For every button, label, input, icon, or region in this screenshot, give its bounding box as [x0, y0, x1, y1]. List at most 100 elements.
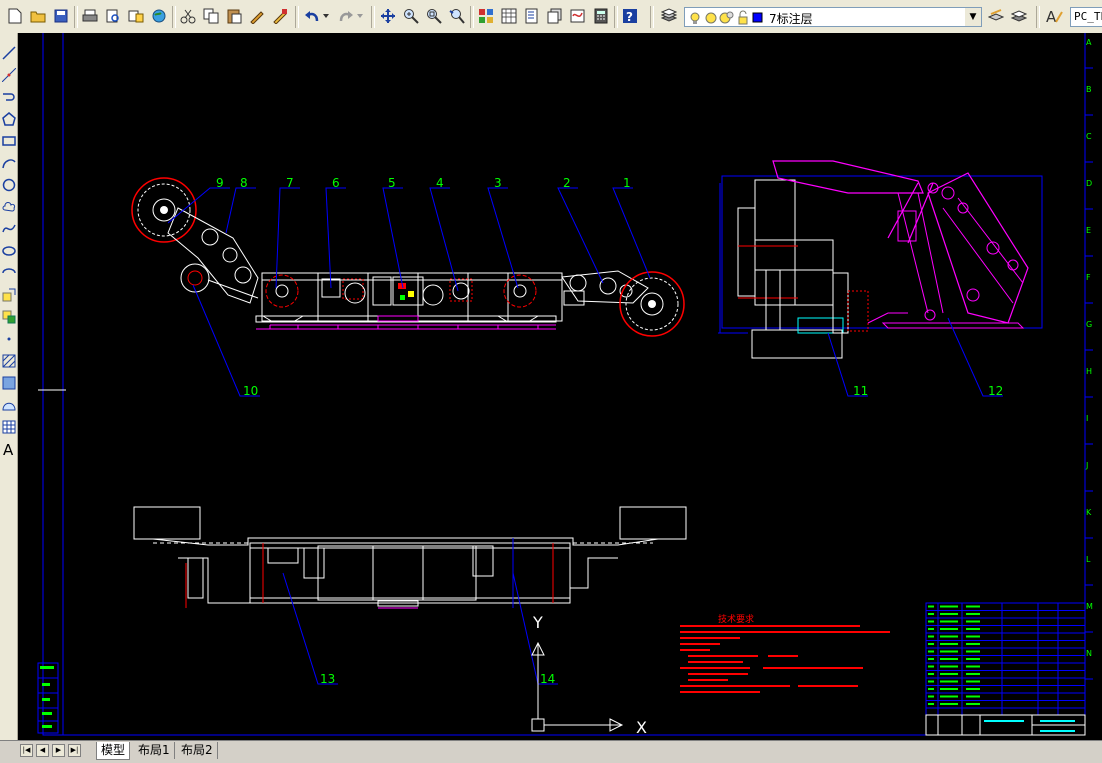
new-file-icon[interactable]	[5, 6, 25, 26]
parts-list-cell-text	[966, 703, 980, 705]
toolbar-separator	[1036, 6, 1040, 28]
save-icon[interactable]	[51, 6, 71, 26]
next-tab-icon[interactable]: ▶	[52, 744, 65, 757]
parts-list-cell-text	[966, 658, 980, 660]
balloon-2: 2	[563, 176, 571, 190]
toolbar-separator	[371, 6, 375, 28]
print-preview-icon[interactable]	[103, 6, 123, 26]
redo-icon[interactable]	[336, 6, 356, 26]
parts-list-cell-text	[940, 703, 958, 705]
border-zone-label: N	[1086, 649, 1092, 658]
publish-icon[interactable]	[126, 6, 146, 26]
toolbar-separator	[172, 6, 176, 28]
border-zone-label: D	[1086, 179, 1092, 188]
tab-layout1[interactable]: 布局1	[134, 742, 175, 759]
parts-list-cell-text	[966, 680, 980, 683]
parts-list-cell-text	[966, 620, 980, 623]
block-editor-icon[interactable]	[270, 6, 290, 26]
last-tab-icon[interactable]: ▶|	[68, 744, 81, 757]
pan-icon[interactable]	[378, 6, 398, 26]
balloon-14: 14	[540, 672, 555, 686]
region-icon[interactable]	[0, 395, 17, 415]
polyline-icon[interactable]	[0, 87, 17, 107]
ellipse-icon[interactable]	[0, 241, 17, 261]
polygon-icon[interactable]	[0, 109, 17, 129]
first-tab-icon[interactable]: |◀	[20, 744, 33, 757]
parts-list-grid	[926, 602, 1085, 709]
standard-toolbar: ? 7标注层 ▼ A PC_TEXTSTYLE	[0, 0, 1102, 34]
balloon-6: 6	[332, 176, 340, 190]
point-icon[interactable]	[0, 329, 17, 349]
text-style-dropdown[interactable]: PC_TEXTSTYLE	[1070, 7, 1102, 27]
spline-icon[interactable]	[0, 219, 17, 239]
revision-cloud-icon[interactable]	[0, 197, 17, 217]
previous-tab-icon[interactable]: ◀	[36, 744, 49, 757]
print-icon[interactable]	[80, 6, 100, 26]
parts-list-cell-text	[966, 613, 980, 615]
parts-list-cell-text	[928, 703, 934, 705]
text-style-icon[interactable]: A	[1045, 6, 1065, 26]
rectangle-icon[interactable]	[0, 131, 17, 151]
layer-dropdown[interactable]: 7标注层 ▼	[684, 7, 982, 27]
properties-icon[interactable]	[476, 6, 496, 26]
arc-icon[interactable]	[0, 153, 17, 173]
hatch-icon[interactable]	[0, 351, 17, 371]
copy-icon[interactable]	[201, 6, 221, 26]
make-object-layer-current-icon[interactable]	[986, 6, 1006, 26]
zoom-window-icon[interactable]	[424, 6, 444, 26]
parts-list-cell-text	[928, 695, 934, 698]
insert-block-icon[interactable]	[0, 285, 17, 305]
web-icon[interactable]	[149, 6, 169, 26]
title-block	[925, 602, 1086, 736]
parts-list-cell-text	[940, 650, 958, 653]
match-properties-icon[interactable]	[247, 6, 267, 26]
parts-list-cell-text	[928, 680, 934, 683]
cut-icon[interactable]	[178, 6, 198, 26]
model-space-canvas[interactable]: ABCDEFGHIJKLMN 1 2 3 4 5 6 7 8 9 10 11 1…	[18, 33, 1102, 740]
balloon-11: 11	[853, 384, 868, 398]
parts-list-cell-text	[966, 605, 980, 608]
redo-dropdown-icon[interactable]	[355, 6, 365, 26]
multiline-text-icon[interactable]: A	[0, 439, 17, 459]
machine-end-view	[718, 160, 1043, 359]
layer-manager-icon[interactable]	[659, 6, 679, 26]
line-icon[interactable]	[0, 43, 17, 63]
gradient-icon[interactable]	[0, 373, 17, 393]
toolbar-separator	[650, 6, 654, 28]
parts-list-cell-text	[940, 665, 958, 668]
border-zone-label: M	[1086, 602, 1093, 611]
table-icon[interactable]	[0, 417, 17, 437]
ucs-icon	[531, 641, 624, 732]
draw-toolbar: A	[0, 33, 18, 741]
layer-previous-icon[interactable]	[1009, 6, 1029, 26]
open-icon[interactable]	[28, 6, 48, 26]
toolbar-separator	[614, 6, 618, 28]
ellipse-arc-icon[interactable]	[0, 263, 17, 283]
parts-list-cell-text	[928, 650, 934, 653]
tool-palettes-icon[interactable]	[522, 6, 542, 26]
undo-dropdown-icon[interactable]	[321, 6, 331, 26]
parts-list-cell-text	[928, 605, 934, 608]
parts-list-cell-text	[966, 635, 980, 638]
circle-icon[interactable]	[0, 175, 17, 195]
calculator-icon[interactable]	[591, 6, 611, 26]
machine-side-view	[131, 177, 685, 337]
border-zone-label: G	[1086, 320, 1092, 329]
design-center-icon[interactable]	[499, 6, 519, 26]
tab-layout2[interactable]: 布局2	[177, 742, 218, 759]
markup-icon[interactable]	[568, 6, 588, 26]
sheet-set-icon[interactable]	[545, 6, 565, 26]
zoom-previous-icon[interactable]	[447, 6, 467, 26]
tab-model[interactable]: 模型	[96, 742, 131, 760]
help-icon[interactable]: ?	[620, 6, 640, 26]
zoom-realtime-icon[interactable]	[401, 6, 421, 26]
make-block-icon[interactable]	[0, 307, 17, 327]
chevron-down-icon[interactable]: ▼	[965, 8, 981, 26]
border-zone-label: F	[1086, 273, 1091, 282]
balloon-1: 1	[623, 176, 631, 190]
border-zone-label: L	[1086, 555, 1091, 564]
undo-icon[interactable]	[302, 6, 322, 26]
paste-icon[interactable]	[224, 6, 244, 26]
construction-line-icon[interactable]	[0, 65, 17, 85]
parts-list-cell-text	[928, 658, 934, 660]
